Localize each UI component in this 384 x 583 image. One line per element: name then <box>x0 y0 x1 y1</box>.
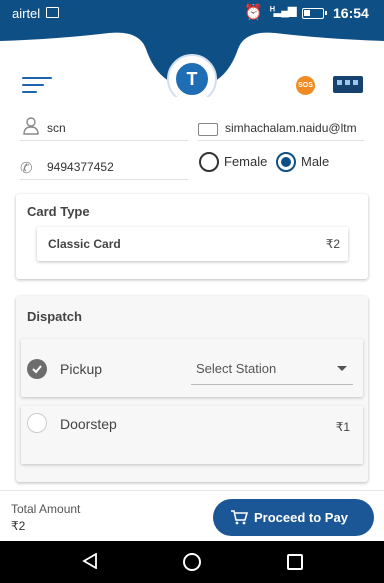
clock: 16:54 <box>333 5 369 21</box>
male-label: Male <box>301 154 330 169</box>
card-type-section: Card Type Classic Card ₹2 <box>16 194 368 279</box>
app-header: T SOS <box>0 27 384 104</box>
phone-field[interactable]: ✆ 9494377452 <box>20 150 188 180</box>
doorstep-price: ₹1 <box>335 420 350 434</box>
bus-icon[interactable] <box>333 76 363 93</box>
doorstep-label: Doorstep <box>60 416 117 432</box>
android-nav-bar <box>0 541 384 583</box>
signal-icon: ᴴ▂▄▆ <box>270 5 296 17</box>
doorstep-option[interactable]: Doorstep ₹1 <box>21 406 363 464</box>
radio-checked-icon <box>276 152 296 172</box>
station-select-value: Select Station <box>196 361 277 376</box>
total-amount-value: ₹2 <box>11 519 26 533</box>
pickup-label: Pickup <box>60 361 103 377</box>
name-value: scn <box>47 121 66 135</box>
name-field[interactable]: scn <box>20 111 188 141</box>
phone-icon: ✆ <box>20 160 33 177</box>
email-field[interactable]: simhachalam.naidu@ltm <box>198 111 364 141</box>
menu-icon[interactable] <box>22 77 52 97</box>
card-type-title: Card Type <box>27 204 90 219</box>
proceed-to-pay-button[interactable]: Proceed to Pay <box>213 499 374 536</box>
recent-apps-icon[interactable] <box>287 554 303 570</box>
check-icon <box>27 359 47 379</box>
carrier-name: airtel <box>12 6 41 21</box>
card-price: ₹2 <box>325 237 340 251</box>
back-icon[interactable] <box>82 553 98 569</box>
dispatch-section: Dispatch Pickup Select Station Doorstep … <box>16 296 368 482</box>
cart-icon <box>231 510 248 525</box>
female-label: Female <box>224 154 268 169</box>
logo-letter: T <box>186 69 198 89</box>
mail-icon <box>198 123 218 136</box>
status-bar: airtel ⏰ ᴴ▂▄▆ 16:54 <box>0 0 384 27</box>
email-value: simhachalam.naidu@ltm <box>225 121 357 135</box>
card-option[interactable]: Classic Card ₹2 <box>37 227 348 261</box>
home-icon[interactable] <box>183 553 201 571</box>
footer-bar: Total Amount ₹2 Proceed to Pay <box>0 490 384 541</box>
card-name: Classic Card <box>48 237 121 251</box>
gallery-icon <box>46 7 59 18</box>
battery-icon <box>302 8 327 19</box>
person-icon <box>23 117 39 135</box>
proceed-to-pay-label: Proceed to Pay <box>254 510 348 525</box>
alarm-icon: ⏰ <box>244 4 263 21</box>
total-amount-label: Total Amount <box>11 502 81 516</box>
radio-unchecked-icon <box>27 413 47 433</box>
pickup-option[interactable]: Pickup Select Station <box>21 339 363 397</box>
station-select[interactable]: Select Station <box>191 351 353 385</box>
sos-icon[interactable]: SOS <box>296 76 315 95</box>
phone-value: 9494377452 <box>47 160 114 174</box>
radio-unchecked-icon <box>199 152 219 172</box>
caret-down-icon <box>337 366 347 371</box>
dispatch-title: Dispatch <box>27 309 82 324</box>
